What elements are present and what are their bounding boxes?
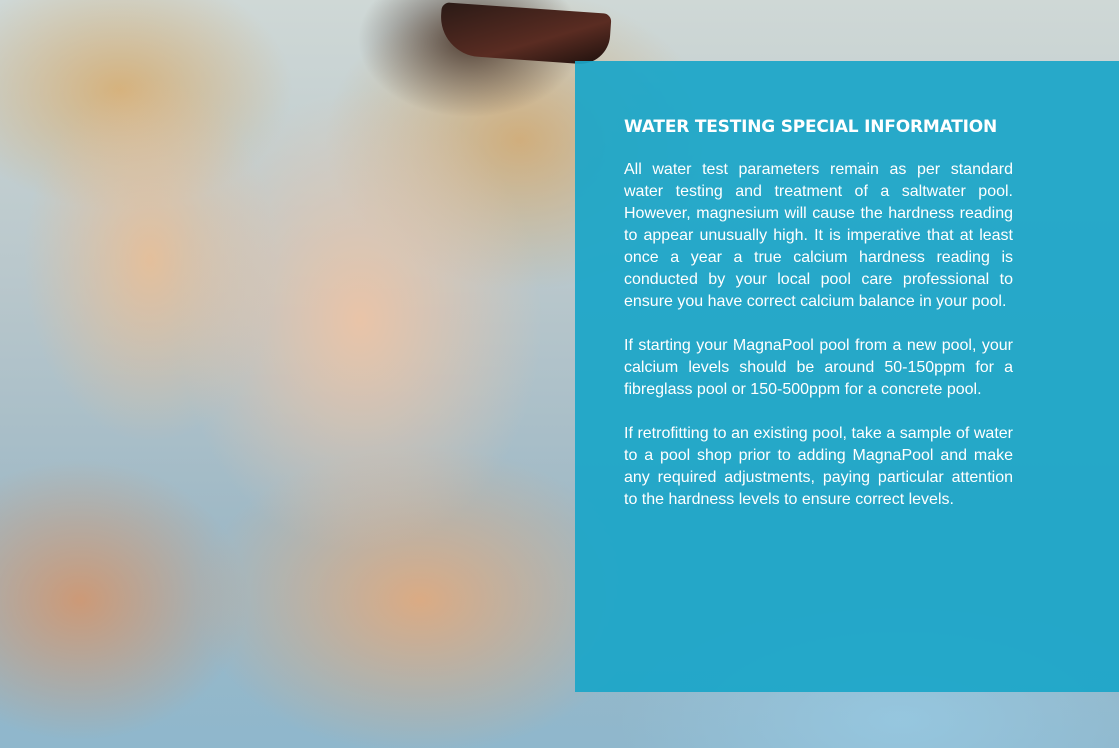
panel-heading: WATER TESTING SPECIAL INFORMATION	[624, 117, 998, 137]
paragraph-retrofitting: If retrofitting to an existing pool, tak…	[624, 425, 1013, 508]
paragraph-water-parameters: All water test parameters remain as per …	[624, 161, 1013, 310]
panel-body: All water test parameters remain as per …	[624, 159, 1013, 533]
paragraph-new-pool: If starting your MagnaPool pool from a n…	[624, 337, 1013, 398]
page: WATER TESTING SPECIAL INFORMATION All wa…	[0, 0, 1119, 748]
info-panel: WATER TESTING SPECIAL INFORMATION All wa…	[575, 61, 1119, 692]
